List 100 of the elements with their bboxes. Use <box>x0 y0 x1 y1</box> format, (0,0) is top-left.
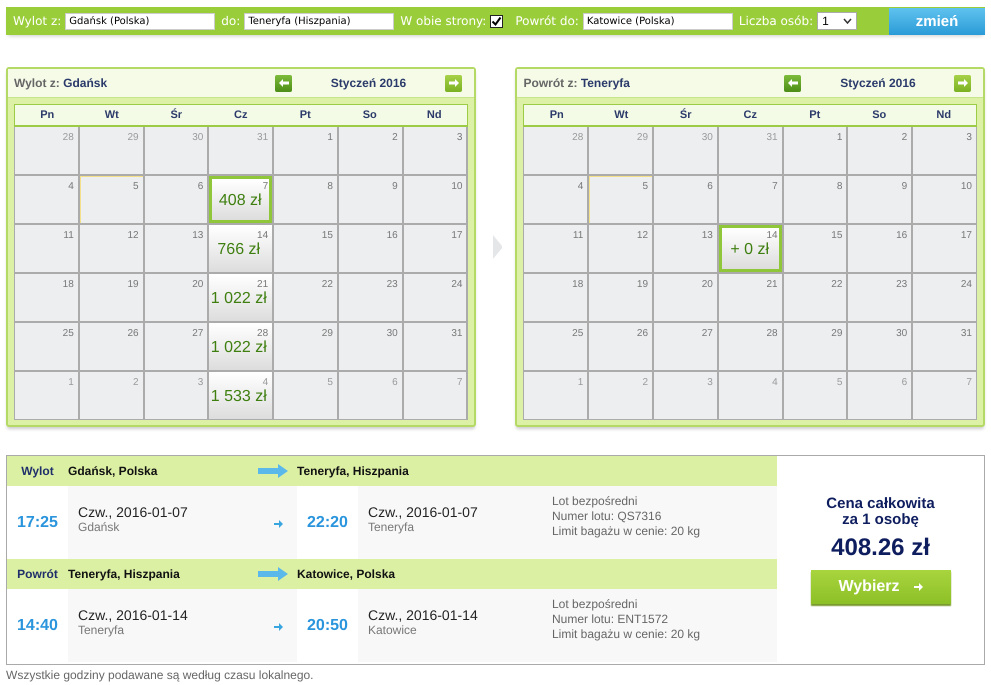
day-cell[interactable]: 31 <box>404 323 466 370</box>
day-cell[interactable]: 1 <box>15 372 78 419</box>
price-day-cell[interactable]: 21 1 022 zł <box>209 274 272 321</box>
price-day-cell[interactable]: 4 1 533 zł <box>209 372 272 419</box>
day-cell[interactable]: 4 <box>718 372 782 419</box>
next-month-button[interactable] <box>954 74 972 92</box>
day-cell[interactable]: 12 <box>589 225 652 272</box>
day-cell[interactable]: 20 <box>654 274 717 321</box>
day-cell[interactable]: 16 <box>338 225 402 272</box>
day-cell[interactable]: 17 <box>913 225 976 272</box>
day-cell[interactable]: 21 <box>718 274 782 321</box>
day-cell[interactable]: 1 <box>784 127 846 174</box>
day-cell[interactable]: 15 <box>274 225 337 272</box>
day-cell[interactable]: 7 <box>913 372 976 419</box>
day-cell[interactable]: 24 <box>404 274 466 321</box>
day-cell[interactable]: 22 <box>784 274 846 321</box>
day-cell[interactable]: 3 <box>144 372 208 419</box>
price-day-cell[interactable]: 28 1 022 zł <box>209 323 272 370</box>
day-cell[interactable]: 27 <box>144 323 208 370</box>
day-cell[interactable]: 31 <box>718 127 782 174</box>
next-month-button[interactable] <box>445 74 462 92</box>
day-cell[interactable]: 22 <box>274 274 337 321</box>
previous-month-button[interactable] <box>784 74 802 92</box>
day-cell[interactable]: 23 <box>338 274 402 321</box>
return-field[interactable]: Katowice (Polska) <box>582 12 733 30</box>
day-cell[interactable]: 18 <box>15 274 78 321</box>
day-cell[interactable]: 7 <box>718 176 782 223</box>
day-cell[interactable]: 9 <box>848 176 912 223</box>
previous-month-button[interactable] <box>275 74 292 92</box>
day-cell[interactable]: 27 <box>654 323 717 370</box>
price-label: 1 022 zł <box>210 339 267 357</box>
day-cell[interactable]: 25 <box>524 323 588 370</box>
day-cell[interactable]: 28 <box>718 323 782 370</box>
day-cell[interactable]: 26 <box>589 323 652 370</box>
day-cell[interactable]: 6 <box>654 176 717 223</box>
day-cell[interactable]: 24 <box>913 274 976 321</box>
day-cell[interactable]: 28 <box>15 127 78 174</box>
day-cell[interactable]: 13 <box>144 225 208 272</box>
day-cell[interactable]: 16 <box>848 225 912 272</box>
destination-field[interactable]: Teneryfa (Hiszpania) <box>244 12 394 30</box>
day-cell[interactable]: 8 <box>784 176 846 223</box>
day-cell[interactable]: 17 <box>404 225 466 272</box>
day-cell[interactable]: 11 <box>524 225 588 272</box>
origin-field[interactable]: Gdańsk (Polska) <box>65 12 216 30</box>
day-cell[interactable]: 4 <box>15 176 78 223</box>
day-cell[interactable]: 25 <box>15 323 78 370</box>
day-cell[interactable]: 3 <box>913 127 976 174</box>
day-cell[interactable]: 2 <box>338 127 402 174</box>
day-cell[interactable]: 2 <box>80 372 143 419</box>
day-cell[interactable]: 31 <box>913 323 976 370</box>
day-cell[interactable]: 10 <box>913 176 976 223</box>
day-cell[interactable]: 19 <box>589 274 652 321</box>
day-cell[interactable]: 5 <box>784 372 846 419</box>
day-cell[interactable]: 29 <box>784 323 846 370</box>
day-number: 2 <box>902 132 908 143</box>
day-cell[interactable]: 11 <box>15 225 78 272</box>
day-cell[interactable]: 29 <box>80 127 143 174</box>
day-cell[interactable]: 10 <box>404 176 466 223</box>
day-cell[interactable]: 2 <box>848 127 912 174</box>
day-cell[interactable]: 6 <box>338 372 402 419</box>
day-cell[interactable]: 31 <box>209 127 272 174</box>
day-cell[interactable]: 30 <box>144 127 208 174</box>
field-label: W obie strony: <box>400 14 486 28</box>
roundtrip-checkbox[interactable] <box>490 14 504 28</box>
day-cell[interactable]: 2 <box>589 372 652 419</box>
day-cell[interactable]: 12 <box>80 225 143 272</box>
day-cell[interactable]: 18 <box>524 274 588 321</box>
day-number: 21 <box>766 279 778 290</box>
price-day-cell[interactable]: 14 + 0 zł <box>718 225 782 272</box>
day-cell[interactable]: 1 <box>274 127 337 174</box>
day-cell[interactable]: 5 <box>589 176 652 223</box>
day-cell[interactable]: 7 <box>404 372 466 419</box>
select-button[interactable]: Wybierz <box>810 570 950 604</box>
day-cell[interactable]: 6 <box>144 176 208 223</box>
day-cell[interactable]: 29 <box>589 127 652 174</box>
day-cell[interactable]: 8 <box>274 176 337 223</box>
day-cell[interactable]: 30 <box>848 323 912 370</box>
day-cell[interactable]: 29 <box>274 323 337 370</box>
day-cell[interactable]: 23 <box>848 274 912 321</box>
day-cell[interactable]: 4 <box>524 176 588 223</box>
day-cell[interactable]: 9 <box>338 176 402 223</box>
day-cell[interactable]: 28 <box>524 127 588 174</box>
day-cell[interactable]: 30 <box>654 127 717 174</box>
day-cell[interactable]: 19 <box>80 274 143 321</box>
day-cell[interactable]: 13 <box>654 225 717 272</box>
price-day-cell[interactable]: 7 408 zł <box>209 176 272 223</box>
day-cell[interactable]: 20 <box>144 274 208 321</box>
day-cell[interactable]: 5 <box>274 372 337 419</box>
day-cell[interactable]: 3 <box>404 127 466 174</box>
day-cell[interactable]: 26 <box>80 323 143 370</box>
day-cell[interactable]: 6 <box>848 372 912 419</box>
day-number: 11 <box>63 230 74 241</box>
day-cell[interactable]: 5 <box>80 176 143 223</box>
day-cell[interactable]: 30 <box>338 323 402 370</box>
day-cell[interactable]: 1 <box>524 372 588 419</box>
passengers-select[interactable]: 1 <box>817 12 858 30</box>
price-day-cell[interactable]: 14 766 zł <box>209 225 272 272</box>
change-button[interactable]: zmień <box>889 8 985 34</box>
day-cell[interactable]: 3 <box>654 372 717 419</box>
day-cell[interactable]: 15 <box>784 225 846 272</box>
